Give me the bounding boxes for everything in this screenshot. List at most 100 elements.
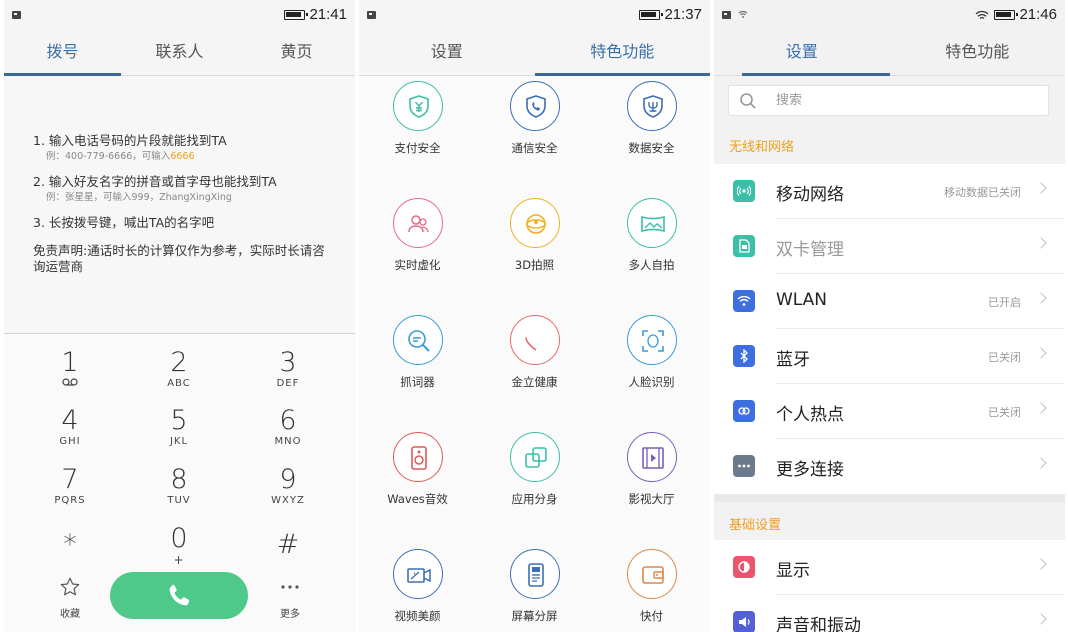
key-hash[interactable]: #: [248, 530, 328, 560]
tab-contacts[interactable]: 联系人: [121, 30, 238, 75]
hint-2-example: 例：张星星，可输入999，ZhangXingXing: [46, 192, 232, 203]
magnifier-icon: [392, 315, 443, 365]
status-time: 21:41: [309, 6, 347, 23]
key-6[interactable]: 6 MNO: [248, 406, 328, 448]
antenna-icon: [733, 180, 755, 202]
search-box[interactable]: [728, 85, 1049, 116]
search-bar: [714, 77, 1065, 123]
feature-shield-data[interactable]: 数据安全: [593, 81, 710, 156]
key-3[interactable]: 3 DEF: [248, 348, 328, 390]
hint-3: 3. 长按拨号键，喊出TA的名字吧: [33, 215, 215, 230]
feature-shield-phone[interactable]: 通信安全: [476, 81, 593, 156]
hint-1: 1. 输入电话号码的片段就能找到TA: [33, 133, 227, 148]
feature-label: 抓词器: [400, 375, 435, 389]
tab-settings[interactable]: 设置: [714, 30, 890, 76]
shield-phone-icon: [509, 81, 560, 131]
tab-yellow-pages[interactable]: 黄页: [238, 30, 355, 75]
tab-features[interactable]: 特色功能: [890, 30, 1066, 75]
settings-row-sim[interactable]: 双卡管理: [714, 219, 1065, 274]
feature-heart[interactable]: 金立健康: [476, 315, 593, 390]
battery-icon: [994, 10, 1018, 20]
shield-data-icon: [626, 81, 677, 131]
settings-row-more-dots[interactable]: 更多连接: [714, 439, 1065, 494]
settings-row-bluetooth[interactable]: 蓝牙 已关闭: [714, 329, 1065, 384]
chevron-right-icon: [1035, 402, 1047, 414]
chevron-right-icon: [1035, 457, 1047, 469]
status-time: 21:37: [664, 6, 702, 23]
notification-icon: [722, 11, 731, 19]
row-value: 移动数据已关闭: [944, 186, 1021, 199]
key-star[interactable]: *: [30, 530, 110, 560]
dial-hints: 1. 输入电话号码的片段就能找到TA 例：400-779-6666，可输入666…: [4, 77, 355, 333]
status-bar: 21:46: [714, 0, 1065, 30]
feature-label: Waves音效: [387, 492, 448, 506]
row-label: 显示: [776, 561, 810, 581]
section-basic: 基础设置: [714, 502, 1065, 542]
hotspot-icon: [733, 400, 755, 422]
feature-panorama[interactable]: 多人自拍: [593, 198, 710, 273]
feature-face-scan[interactable]: 人脸识别: [593, 315, 710, 390]
bluetooth-icon: [733, 345, 755, 367]
chevron-right-icon: [1035, 292, 1047, 304]
key-5[interactable]: 5 JKL: [139, 406, 219, 448]
video-beauty-icon: [392, 549, 443, 599]
feature-split-screen[interactable]: 屏幕分屏: [476, 549, 593, 624]
key-0[interactable]: 0 +: [139, 524, 219, 567]
settings-row-antenna[interactable]: 移动网络 移动数据已关闭: [714, 164, 1065, 219]
key-1[interactable]: 1: [30, 348, 110, 390]
key-2[interactable]: 2 ABC: [139, 348, 219, 390]
more-label: 更多: [280, 609, 300, 620]
feature-speaker[interactable]: Waves音效: [359, 432, 476, 507]
settings-row-wifi[interactable]: WLAN 已开启: [714, 274, 1065, 329]
chevron-right-icon: [1035, 182, 1047, 194]
settings-row-hotspot[interactable]: 个人热点 已关闭: [714, 384, 1065, 439]
sim-icon: [733, 235, 755, 257]
search-input[interactable]: [776, 92, 1016, 107]
speaker-icon: [392, 432, 443, 482]
phone-icon: [169, 584, 190, 606]
more-button[interactable]: 更多: [260, 576, 320, 620]
tab-settings[interactable]: 设置: [359, 30, 535, 75]
status-time: 21:46: [1019, 6, 1057, 23]
key-8[interactable]: 8 TUV: [139, 465, 219, 507]
tab-features[interactable]: 特色功能: [534, 30, 711, 76]
feature-people-blur[interactable]: 实时虚化: [359, 198, 476, 273]
tab-dial[interactable]: 拨号: [4, 30, 121, 76]
more-dots-icon: [281, 585, 299, 589]
wallet-icon: [626, 549, 677, 599]
feature-label: 金立健康: [511, 375, 558, 389]
feature-app-clone[interactable]: 应用分身: [476, 432, 593, 507]
row-label: 个人热点: [776, 405, 844, 425]
favorites-button[interactable]: 收藏: [40, 576, 100, 620]
chevron-right-icon: [1035, 558, 1047, 570]
feature-wallet[interactable]: 快付: [593, 549, 710, 624]
star-icon: [60, 577, 80, 596]
key-4[interactable]: 4 GHI: [30, 406, 110, 448]
feature-magnifier[interactable]: 抓词器: [359, 315, 476, 390]
split-screen-icon: [509, 549, 560, 599]
call-button[interactable]: [110, 572, 248, 619]
display-icon: [733, 556, 755, 578]
feature-film[interactable]: 影视大厅: [593, 432, 710, 507]
key-9[interactable]: 9 WXYZ: [248, 465, 328, 507]
feature-shield-yen[interactable]: 支付安全: [359, 81, 476, 156]
feature-label: 数据安全: [628, 141, 675, 155]
row-label: 声音和振动: [776, 616, 861, 632]
settings-row-display[interactable]: 显示: [714, 540, 1065, 595]
row-value: 已关闭: [988, 351, 1021, 364]
search-icon: [740, 93, 756, 109]
row-label: 更多连接: [776, 460, 844, 480]
feature-video-beauty[interactable]: 视频美颜: [359, 549, 476, 624]
row-label: 移动网络: [776, 185, 844, 205]
battery-icon: [639, 10, 663, 20]
shield-yen-icon: [392, 81, 443, 131]
key-7[interactable]: 7 PQRS: [30, 465, 110, 507]
feature-3d-photo[interactable]: 3D拍照: [476, 198, 593, 273]
status-bar: 21:41: [4, 0, 355, 30]
feature-label: 屏幕分屏: [511, 609, 558, 623]
dialer-tabs: 拨号 联系人 黄页: [4, 30, 355, 76]
hint-1-example: 例：400-779-6666，可输入6666: [46, 151, 195, 162]
settings-row-sound[interactable]: 声音和振动: [714, 595, 1065, 632]
feature-label: 快付: [640, 609, 663, 623]
favorites-label: 收藏: [60, 609, 80, 620]
